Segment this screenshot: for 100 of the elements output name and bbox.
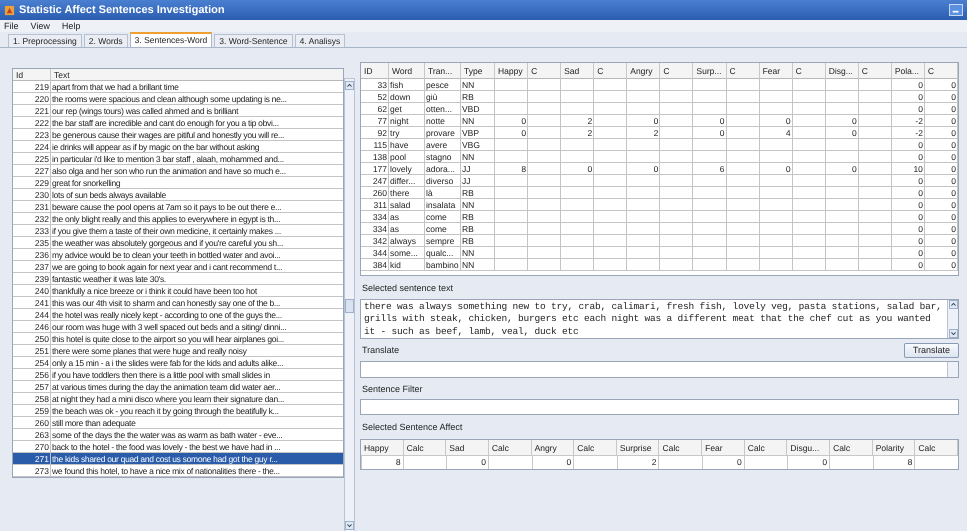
column-header[interactable]: C: [924, 63, 958, 79]
scrollbar[interactable]: [344, 78, 355, 531]
scroll-up-icon[interactable]: [948, 300, 958, 308]
column-header[interactable]: Disgu...: [787, 440, 830, 456]
menu-item[interactable]: View: [30, 22, 50, 30]
column-header[interactable]: Fear: [760, 63, 793, 79]
table-row[interactable]: 250 this hotel is quite close to the airport so you will hear airplanes goi...: [13, 333, 343, 345]
table-cell: NN: [461, 151, 495, 163]
column-header[interactable]: Calc: [404, 440, 446, 456]
column-header[interactable]: C: [726, 63, 760, 79]
column-header[interactable]: Surprise: [616, 440, 660, 456]
table-row[interactable]: 227 also olga and her son who run the animation and have so much e...: [13, 165, 343, 177]
column-header[interactable]: Polarity: [872, 440, 916, 456]
table-row[interactable]: 273 we found this hotel, to have a nice mix of nationalities there - the...: [13, 465, 343, 477]
column-header[interactable]: Calc: [488, 440, 532, 456]
table-row[interactable]: 220 the rooms were spacious and clean although some updating is ne...: [13, 93, 343, 105]
column-header[interactable]: Calc: [830, 440, 873, 456]
table-row[interactable]: 237 we are going to book again for next year and i cant recommend t...: [13, 261, 343, 273]
table-cell: 246: [13, 321, 51, 333]
column-header[interactable]: Angry: [627, 63, 660, 79]
table-row[interactable]: 271 the kids shared our quad and cost us somone had got the guy r...: [13, 453, 343, 465]
menu-item[interactable]: File: [4, 22, 19, 30]
scroll-thumb[interactable]: [345, 298, 354, 312]
column-header[interactable]: Tran...: [425, 63, 461, 79]
tab[interactable]: 4. Analisys: [294, 34, 346, 47]
table-row[interactable]: 230 lots of sun beds always available: [13, 189, 343, 201]
tab[interactable]: 3. Word-Sentence: [214, 34, 293, 47]
table-row[interactable]: 257 at various times during the day the animation team did water aer...: [13, 381, 343, 393]
column-header[interactable]: C: [528, 63, 562, 79]
translate-field[interactable]: [360, 360, 959, 378]
table-row[interactable]: 240 thankfully a nice breeze or i think it could have been too hot: [13, 285, 343, 297]
table-row[interactable]: 254 only a 15 min - a i the slides were fab for the kids and adults alike...: [13, 357, 343, 369]
column-header[interactable]: C: [660, 63, 694, 79]
scroll-down-icon[interactable]: [345, 521, 354, 530]
translate-button[interactable]: Translate: [904, 342, 959, 358]
column-header[interactable]: Calc: [915, 440, 958, 456]
table-cell: 0: [892, 175, 925, 187]
column-header[interactable]: Calc: [744, 440, 788, 456]
column-header[interactable]: Surp...: [693, 63, 726, 79]
column-header[interactable]: C: [858, 63, 892, 79]
tab[interactable]: 3. Sentences-Word: [130, 32, 212, 47]
table-row[interactable]: 259 the beach was ok - you reach it by going through the beatifully k...: [13, 405, 343, 417]
column-header[interactable]: Sad: [561, 63, 594, 79]
column-header[interactable]: C: [792, 63, 826, 79]
table-row[interactable]: 221 our rep (wings tours) was called ahmed and is brilliant: [13, 105, 343, 117]
table-cell: 227: [13, 165, 51, 177]
table-row[interactable]: 235 the weather was absolutely gorgeous and if you're careful you sh...: [13, 237, 343, 249]
table-row[interactable]: 222 the bar staff are incredible and cant do enough for you a tip obvi...: [13, 117, 343, 129]
column-header[interactable]: ID: [361, 63, 389, 79]
table-row[interactable]: 232 the only blight really and this applies to everywhere in egypt is th...: [13, 213, 343, 225]
table-row[interactable]: 236 my advice would be to clean your teeth in bottled water and avoi...: [13, 249, 343, 261]
table-row[interactable]: 233 if you give them a taste of their own medicine, it certainly makes ...: [13, 225, 343, 237]
column-header[interactable]: Calc: [574, 440, 617, 456]
table-row[interactable]: 223 be generous cause their wages are pitiful and honestly you will re...: [13, 129, 343, 141]
table-cell: 0: [627, 163, 660, 175]
tab[interactable]: 1. Preprocessing: [8, 34, 82, 47]
table-cell-text: our rep (wings tours) was called ahmed and is brilliant: [51, 105, 240, 117]
table-row[interactable]: 244 the hotel was really nicely kept - according to one of the guys the...: [13, 309, 343, 321]
column-header[interactable]: Pola...: [892, 63, 925, 79]
table-row[interactable]: 219 apart from that we had a brillant time: [13, 81, 343, 93]
column-header[interactable]: Sad: [446, 440, 489, 456]
column-header[interactable]: Id: [13, 69, 51, 81]
table-row[interactable]: 241 this was our 4th visit to sharm and can honestly say one of the b...: [13, 297, 343, 309]
table-row[interactable]: 251 there were some planes that were huge and really noisy: [13, 345, 343, 357]
minimize-icon[interactable]: [949, 4, 963, 16]
table-row[interactable]: 263 some of the days the the water was as warm as bath water - eve...: [13, 429, 343, 441]
sentence-filter-field[interactable]: [360, 399, 959, 415]
column-header[interactable]: Happy: [361, 440, 404, 456]
scroll-up-icon[interactable]: [345, 81, 354, 90]
column-header[interactable]: Angry: [532, 440, 574, 456]
table-cell: VBG: [461, 139, 495, 151]
table-cell-text: the hotel was really nicely kept - according to one of the guys the...: [51, 309, 283, 321]
table-row[interactable]: 246 our room was huge with 3 well spaced out beds and a siting/ dinni...: [13, 321, 343, 333]
table-row[interactable]: 256 if you have toddlers then there is a little pool with small slides in: [13, 369, 343, 381]
table-cell: 263: [13, 429, 51, 441]
column-header[interactable]: Fear: [702, 440, 745, 456]
table-cell: 0: [892, 247, 925, 259]
table-row[interactable]: 260 still more than adequate: [13, 417, 343, 429]
column-header[interactable]: Word: [389, 63, 425, 79]
table-cell: 0: [532, 456, 574, 468]
table-cell: 233: [13, 225, 51, 237]
table-row[interactable]: 224 ie drinks will appear as if by magic on the bar without asking: [13, 141, 343, 153]
tab[interactable]: 2. Words: [84, 34, 128, 47]
sentence-text-area[interactable]: there was always something new to try, crab, calimari, fresh fish, lovely veg, pasta stations, salad bar, grills with steak, chicken, burgers etc each night was a different meat that the chef cut as you wanted it - such as beef, lamb, veal, duck etc: [360, 298, 959, 338]
column-header[interactable]: Calc: [659, 440, 702, 456]
table-cell: 231: [13, 201, 51, 213]
table-row[interactable]: 231 beware cause the pool opens at 7am so it pays to be out there e...: [13, 201, 343, 213]
table-cell-text: our room was huge with 3 well spaced out beds and a siting/ dinni...: [51, 321, 288, 333]
table-row[interactable]: 225 in particular i'd like to mention 3 bar staff , alaah, mohammed and...: [13, 153, 343, 165]
column-header[interactable]: Type: [461, 63, 495, 79]
table-row[interactable]: 239 fantastic weather it was late 30's.: [13, 273, 343, 285]
column-header[interactable]: Text: [51, 69, 343, 81]
table-cell: come: [425, 211, 461, 223]
table-row[interactable]: 258 at night they had a mini disco where you learn their signature dan...: [13, 393, 343, 405]
column-header[interactable]: C: [594, 63, 628, 79]
table-row[interactable]: 229 great for snorkelling: [13, 177, 343, 189]
scroll-down-icon[interactable]: [948, 328, 958, 338]
menu-item[interactable]: Help: [62, 22, 80, 30]
column-header[interactable]: Happy: [495, 63, 528, 79]
column-header[interactable]: Disg...: [826, 63, 859, 79]
